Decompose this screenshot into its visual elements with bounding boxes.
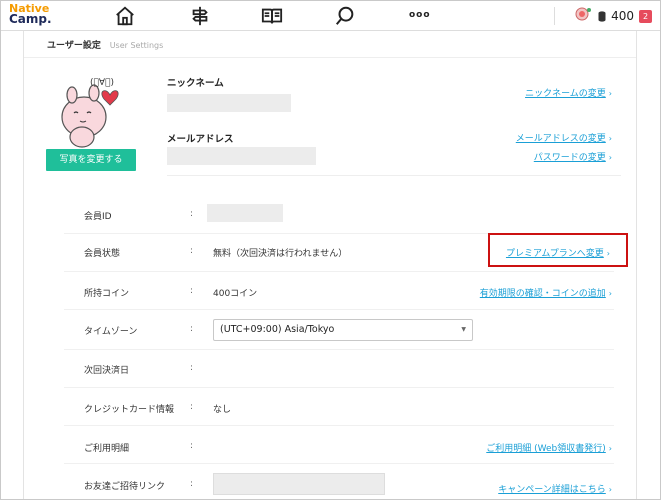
change-nickname-link[interactable]: ニックネームの変更 › [525,86,612,99]
campaign-details-link-text: キャンペーン詳細はこちら [498,485,606,495]
highlight-annotation [488,233,628,267]
row-divider [64,425,614,426]
change-email-link[interactable]: メールアドレスの変更 › [516,131,612,144]
chevron-right-icon: › [608,134,612,143]
credit-card-value: なし [213,405,232,415]
usage-label: ご利用明細 [84,444,130,454]
svg-text:(ﾟ∀ﾟ): (ﾟ∀ﾟ) [90,78,114,88]
change-password-link-text: パスワードの変更 [533,153,606,163]
credit-card-label: クレジットカード情報 [84,405,175,415]
profile-divider [167,175,621,176]
referral-colon: : [190,479,194,489]
signpost-icon[interactable] [189,5,211,27]
timezone-selected-value: (UTC+09:00) Asia/Tokyo [220,324,335,335]
home-icon[interactable] [114,5,136,27]
coin-stack-icon [598,7,606,26]
change-photo-button[interactable]: 写真を変更する [46,149,136,171]
member-id-colon: : [190,209,194,219]
dropdown-caret-icon: ▼ [461,326,466,333]
more-icon[interactable]: ooo [409,10,431,20]
email-label: メールアドレス [167,134,234,145]
chevron-right-icon: › [608,444,612,453]
change-email-link-text: メールアドレスの変更 [515,134,606,144]
chevron-right-icon: › [608,89,612,98]
member-status-colon: : [190,246,194,256]
timezone-select[interactable]: (UTC+09:00) Asia/Tokyo ▼ [213,319,473,341]
nav-separator [554,7,555,25]
status-area: 400 2 [573,7,652,25]
coin-count: 400 [611,9,634,23]
next-billing-colon: : [190,363,194,373]
member-id-value [207,204,283,222]
logo-line2: Camp. [9,12,52,26]
email-value [167,147,316,165]
top-nav-bar: Native Camp. ooo 400 2 [1,1,660,31]
campaign-details-link[interactable]: キャンペーン詳細はこちら › [498,482,612,495]
usage-colon: : [190,441,194,451]
row-divider [64,349,614,350]
gift-icon[interactable] [573,6,593,26]
section-title: ユーザー設定 [47,41,101,51]
profile-avatar: (ﾟ∀ﾟ) [54,71,134,151]
row-divider [64,309,614,310]
chevron-right-icon: › [608,485,612,494]
member-status-value: 無料（次回決済は行われません） [213,249,348,259]
section-header: ユーザー設定 User Settings [47,38,163,51]
change-password-link[interactable]: パスワードの変更 › [534,150,612,163]
member-id-label: 会員ID [84,212,112,222]
app-window: Native Camp. ooo 400 2 ユーザー設定 User Setti… [0,0,661,500]
section-subtitle: User Settings [109,41,164,50]
book-icon[interactable] [261,5,283,27]
row-divider [64,271,614,272]
usage-statement-link[interactable]: ご利用明細 (Web領収書発行) › [486,441,612,454]
row-divider [64,387,614,388]
chevron-right-icon: › [608,153,612,162]
coins-label: 所持コイン [84,289,130,299]
coins-value: 400コイン [213,289,258,299]
user-settings-card: ユーザー設定 User Settings (ﾟ∀ﾟ) 写真を変更する ニックネー… [23,31,637,499]
coins-colon: : [190,286,194,296]
member-status-label: 会員状態 [84,249,121,259]
referral-link-field[interactable] [213,473,385,495]
header-divider [24,57,636,58]
usage-statement-link-text: ご利用明細 (Web領収書発行) [486,444,606,454]
search-icon[interactable] [334,5,356,27]
timezone-label: タイムゾーン [84,327,138,337]
coin-expiry-link[interactable]: 有効期限の確認・コインの追加 › [480,286,612,299]
nickname-label: ニックネーム [167,78,224,89]
nativecamp-logo[interactable]: Native Camp. [9,3,52,25]
coin-expiry-link-text: 有効期限の確認・コインの追加 [479,289,606,299]
row-divider [64,463,614,464]
next-billing-label: 次回決済日 [84,366,130,376]
nickname-value [167,94,291,112]
credit-card-colon: : [190,402,194,412]
timezone-colon: : [190,324,194,334]
referral-label: お友達ご招待リンク [84,482,166,492]
chevron-right-icon: › [608,289,612,298]
change-nickname-link-text: ニックネームの変更 [525,89,606,99]
notification-icon[interactable]: 2 [639,9,652,23]
